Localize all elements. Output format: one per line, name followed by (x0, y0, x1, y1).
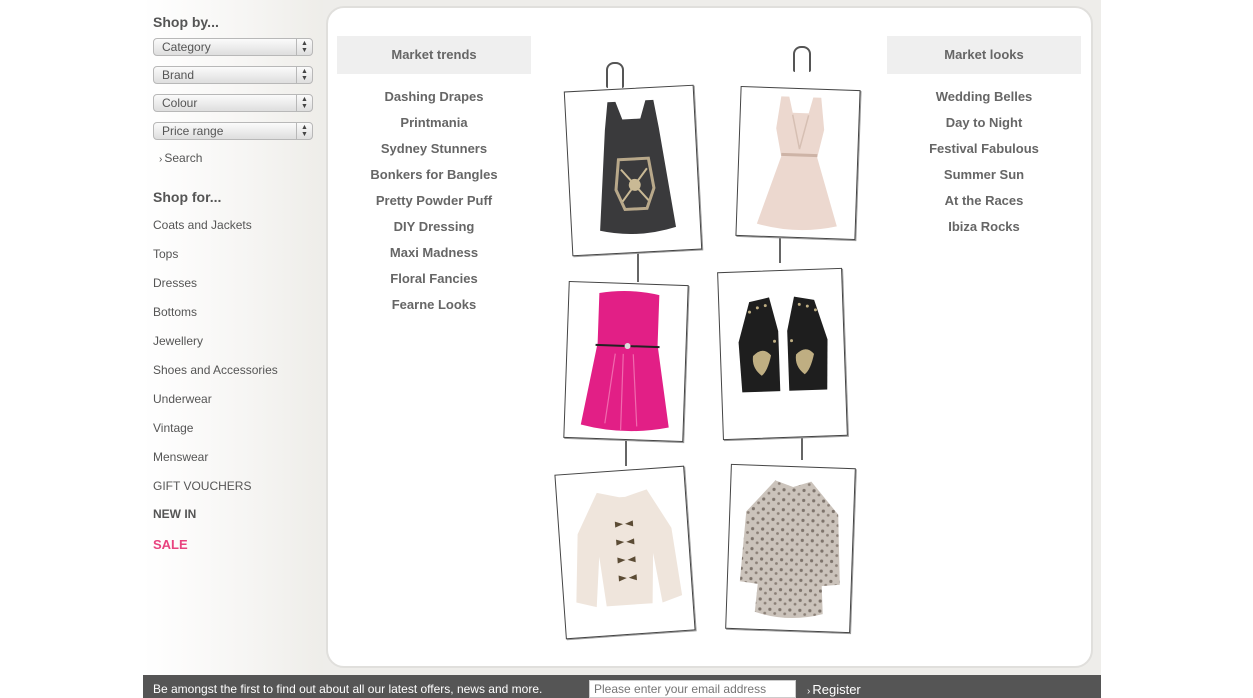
trend-link-sydney-stunners[interactable]: Sydney Stunners (337, 141, 531, 156)
look-link-ibiza-rocks[interactable]: Ibiza Rocks (887, 219, 1081, 234)
category-link-new-in[interactable]: NEW IN (153, 507, 196, 521)
trend-link-dashing-drapes[interactable]: Dashing Drapes (337, 89, 531, 104)
category-link-bottoms[interactable]: Bottoms (153, 305, 197, 319)
market-looks-heading: Market looks (887, 36, 1081, 74)
trend-link-bonkers-for-bangles[interactable]: Bonkers for Bangles (337, 167, 531, 182)
embellished-top-image (600, 99, 677, 234)
category-link-coats-and-jackets[interactable]: Coats and Jackets (153, 218, 252, 232)
look-link-summer-sun[interactable]: Summer Sun (887, 167, 1081, 182)
trend-link-maxi-madness[interactable]: Maxi Madness (337, 245, 531, 260)
shop-by-heading: Shop by... (153, 14, 219, 30)
look-link-festival-fabulous[interactable]: Festival Fabulous (887, 141, 1081, 156)
trend-link-fearne-looks[interactable]: Fearne Looks (337, 297, 531, 312)
price-range-select[interactable]: Price range ▲ ▼ (153, 122, 313, 140)
pink-dress-image (580, 291, 669, 432)
select-arrows-icon: ▲ ▼ (296, 67, 312, 83)
product-photo-studded-waistcoat[interactable] (717, 267, 848, 441)
trend-link-diy-dressing[interactable]: DIY Dressing (337, 219, 531, 234)
market-trends-heading: Market trends (337, 36, 531, 74)
select-arrows-icon: ▲ ▼ (296, 39, 312, 55)
newsletter-text: Be amongst the first to find out about a… (153, 682, 543, 696)
product-photo-cream-jacket[interactable] (554, 465, 696, 640)
trend-link-floral-fancies[interactable]: Floral Fancies (337, 271, 531, 286)
email-field[interactable] (589, 680, 796, 698)
look-link-at-the-races[interactable]: At the Races (887, 193, 1081, 208)
product-photo-embellished-top[interactable] (563, 84, 703, 257)
category-select[interactable]: Category ▲ ▼ (153, 38, 313, 56)
category-link-menswear[interactable]: Menswear (153, 450, 208, 464)
newsletter-footer: Be amongst the first to find out about a… (143, 675, 1101, 698)
category-link-tops[interactable]: Tops (153, 247, 178, 261)
hanger-hook-icon (793, 46, 811, 72)
register-button[interactable]: › Register (807, 682, 861, 697)
trend-link-printmania[interactable]: Printmania (337, 115, 531, 130)
chiffon-dress-image (756, 96, 837, 231)
product-photo-pink-dress[interactable] (563, 280, 689, 443)
look-link-day-to-night[interactable]: Day to Night (887, 115, 1081, 130)
product-photo-chiffon-dress[interactable] (735, 85, 861, 241)
category-link-vintage[interactable]: Vintage (153, 421, 193, 435)
leopard-blouse-image (739, 480, 840, 619)
brand-select[interactable]: Brand ▲ ▼ (153, 66, 313, 84)
chevron-right-icon: › (807, 686, 811, 697)
category-link-dresses[interactable]: Dresses (153, 276, 197, 290)
category-link-gift-vouchers[interactable]: GIFT VOUCHERS (153, 479, 251, 493)
search-link[interactable]: › Search (159, 151, 202, 165)
page: Shop by... Category ▲ ▼ Brand ▲ ▼ Colour ▲… (143, 0, 1101, 698)
hanger-hook-icon (606, 62, 624, 88)
category-link-underwear[interactable]: Underwear (153, 392, 212, 406)
studded-waistcoat-image (738, 296, 828, 393)
sidebar: Shop by... Category ▲ ▼ Brand ▲ ▼ Colour ▲… (143, 0, 323, 675)
category-link-shoes-and-accessories[interactable]: Shoes and Accessories (153, 363, 278, 377)
shop-for-heading: Shop for... (153, 189, 222, 205)
product-collage (548, 38, 868, 658)
select-arrows-icon: ▲ ▼ (296, 95, 312, 111)
trend-link-pretty-powder-puff[interactable]: Pretty Powder Puff (337, 193, 531, 208)
select-arrows-icon: ▲ ▼ (296, 123, 312, 139)
chevron-right-icon: › (159, 154, 163, 165)
main-content: Market trends Dashing Drapes Printmania … (326, 6, 1093, 668)
colour-select[interactable]: Colour ▲ ▼ (153, 94, 313, 112)
look-link-wedding-belles[interactable]: Wedding Belles (887, 89, 1081, 104)
cream-jacket-image (576, 489, 683, 608)
product-photo-leopard-blouse[interactable] (725, 463, 856, 634)
category-link-sale[interactable]: SALE (153, 537, 188, 552)
category-link-jewellery[interactable]: Jewellery (153, 334, 203, 348)
